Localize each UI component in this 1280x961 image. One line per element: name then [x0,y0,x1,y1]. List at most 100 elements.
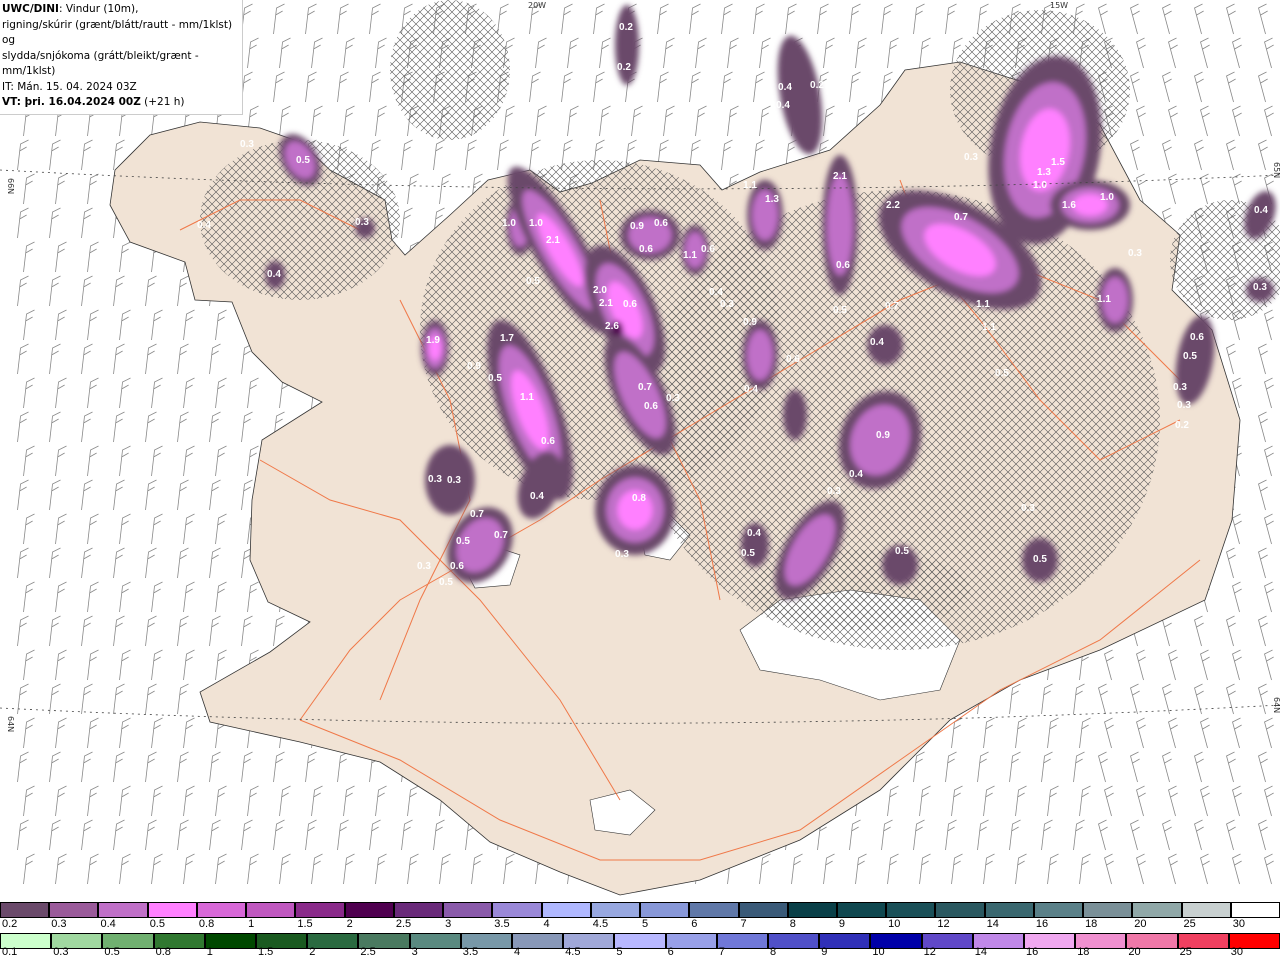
wind-barb [1104,717,1114,749]
legend-snow-swatch [787,902,837,918]
valid-time: VT: þri. 16.04.2024 00Z [2,96,141,108]
legend-rain-label: 18 [1077,946,1090,958]
wind-barb [951,785,963,817]
legend-rain-label: 0.5 [104,946,120,958]
precip-value-label: 0.3 [240,139,254,150]
wind-barb [535,37,547,69]
wind-barb [1200,717,1210,749]
wind-barb [209,819,221,851]
wind-barb [1047,717,1059,749]
wind-barb [1136,853,1146,885]
wind-barb [241,479,253,511]
lat-label-64n-left: 64N [6,716,15,732]
wind-barb [241,3,253,35]
wind-barb [247,581,259,613]
wind-barb [721,3,733,35]
wind-barb [17,343,29,375]
legend-snow-label: 3 [445,918,452,930]
wind-barb [1098,3,1108,35]
precip-value-label: 0.5 [456,536,470,547]
wind-barb [177,275,189,307]
wind-barb [119,853,131,885]
wind-barb [1258,615,1268,647]
wind-barb [1104,649,1114,681]
wind-barb [17,615,29,647]
wind-barb [1258,139,1268,171]
precip-value-label: 0.4 [776,100,790,111]
precip-value-label: 0.9 [743,317,757,328]
wind-barb [55,173,67,205]
wind-barb [791,853,803,885]
wind-barb [87,377,99,409]
legend-snow-swatch [147,902,197,918]
wind-barb [209,411,221,443]
wind-barb [1098,683,1108,715]
rain-description: rigning/skúrir (grænt/blátt/rautt - mm/1… [2,18,233,47]
wind-barb [215,785,227,817]
wind-barb [337,3,349,35]
precip-value-label: 0.5 [526,276,540,287]
wind-barb [1232,37,1242,69]
wind-barb [849,3,861,35]
wind-barb [977,819,989,851]
legend-snow-swatch [1083,902,1133,918]
wind-barb [209,547,221,579]
wind-barb [55,785,67,817]
legend-rain-label: 4 [514,946,521,958]
wind-barb [1047,853,1059,885]
precip-value-label: 0.2 [1175,420,1189,431]
valid-offset: (+21 h) [144,96,185,108]
wind-barb [1168,785,1178,817]
legend-snow-label: 2.5 [395,918,412,930]
wind-barb [279,785,291,817]
wind-barb [1130,3,1140,35]
wind-barb [17,819,29,851]
wind-barb [919,853,931,885]
wind-barb [87,445,99,477]
wind-barb [119,377,131,409]
wind-barb [119,309,131,341]
precip-value-label: 0.6 [541,436,555,447]
wind-barb [23,309,35,341]
wind-barb [151,377,163,409]
wind-barb [1258,819,1268,851]
wind-barb [23,513,35,545]
wind-barb [209,479,221,511]
wind-barb [759,853,771,885]
wind-barb [1009,819,1021,851]
wind-barb [17,207,29,239]
wind-barb [401,139,413,171]
legend-rain-label: 8 [770,946,777,958]
precip-value-label: 0.5 [296,155,310,166]
wind-barb [727,37,739,69]
issue-time: IT: Mán. 15. 04. 2024 03Z [2,80,137,93]
wind-barb [1194,615,1204,647]
wind-barb [439,853,451,885]
precip-value-label: 1.7 [500,333,514,344]
wind-barb [887,853,899,885]
wind-barb [1168,853,1178,885]
wind-barb [23,853,35,885]
wind-barb [209,615,221,647]
wind-barb [855,37,867,69]
wind-barb [215,649,227,681]
wind-barb [17,683,29,715]
wind-barb [87,717,99,749]
wind-barb [113,751,125,783]
legend-rain-label: 0.8 [155,946,171,958]
wind-barb [823,37,835,69]
wind-barb [1136,37,1146,69]
wind-barb [1232,581,1242,613]
wind-barb [1200,173,1210,205]
legend-snow-swatch [738,902,788,918]
precip-value-label: 0.6 [639,244,653,255]
snowfall-contour [615,5,639,85]
wind-barb [1258,479,1268,511]
precip-value-label: 1.1 [520,392,534,403]
wind-barb [465,139,477,171]
wind-barb [151,717,163,749]
wind-barb [1168,649,1178,681]
wind-barb [849,71,861,103]
wind-barb [119,649,131,681]
wind-barb [183,513,195,545]
